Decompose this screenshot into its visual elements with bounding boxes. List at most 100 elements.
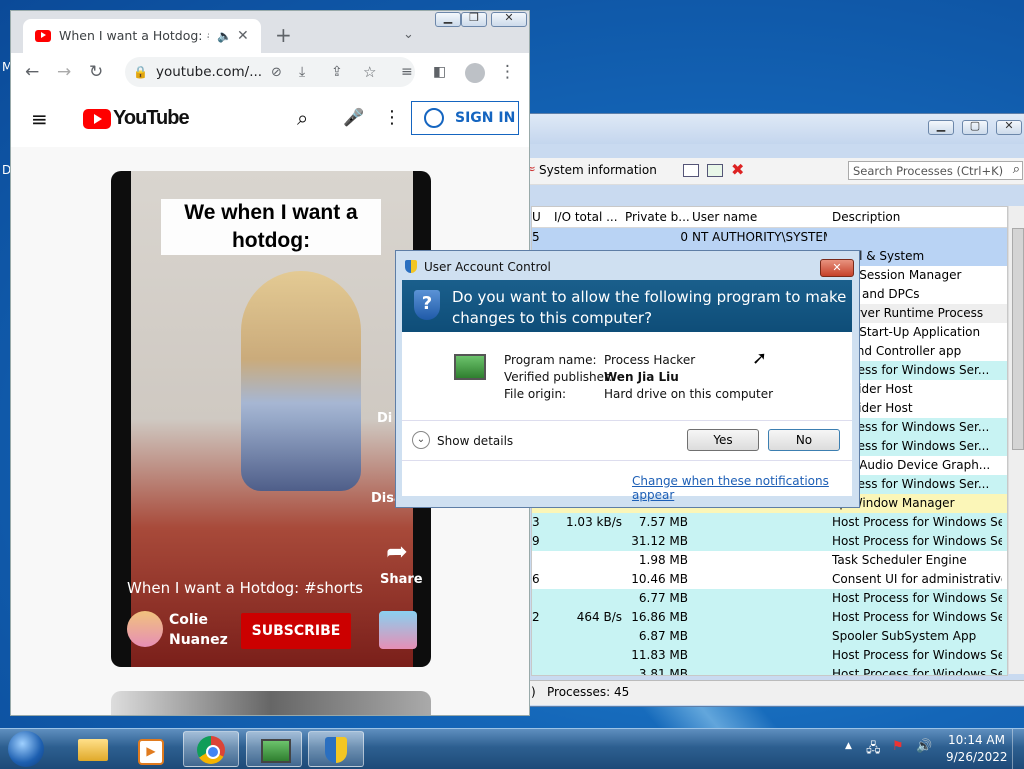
tab-strip: ▁ ❐ ✕ When I want a Hotdog: #sho 🔈 ✕ + ⌄ <box>11 11 529 53</box>
hamburger-menu-icon[interactable]: ≡ <box>31 109 48 129</box>
no-button[interactable]: No <box>768 429 840 451</box>
cell-desc: Host Process for Windows Ser... <box>832 515 1002 529</box>
yes-button[interactable]: Yes <box>687 429 759 451</box>
sound-avatar[interactable] <box>379 611 417 649</box>
install-icon[interactable]: ⤓ <box>299 62 305 82</box>
clock-date[interactable]: 9/26/2022 <box>946 750 1008 764</box>
cell-desc: Spooler SubSystem App <box>832 629 977 643</box>
channel-name-line1[interactable]: Colie <box>169 612 208 628</box>
table-row[interactable]: 9 31.12 MB Host Process for Windows Ser... <box>532 532 1007 551</box>
share-arrow-icon[interactable]: ➦ <box>386 537 408 567</box>
ph-titlebar[interactable]: ▁ ▢ ✕ <box>521 114 1024 144</box>
tab-youtube[interactable]: When I want a Hotdog: #sho 🔈 ✕ <box>23 19 261 53</box>
cell-desc: Host Process for Windows Ser... <box>832 667 1002 676</box>
uac-dialog: User Account Control ✕ ? Do you want to … <box>395 250 860 508</box>
clock-time[interactable]: 10:14 AM <box>948 733 1005 747</box>
table-row[interactable]: 6.77 MB Host Process for Windows Ser... <box>532 589 1007 608</box>
tab-close-icon[interactable]: ✕ <box>237 26 249 46</box>
change-notifications-link[interactable]: Change when these notifications appear <box>632 474 852 502</box>
cell-io: 464 B/s <box>576 610 622 624</box>
channel-name-line2[interactable]: Nuanez <box>169 632 228 648</box>
chrome-menu-icon[interactable]: ⋮ <box>499 62 516 82</box>
side-label-share[interactable]: Share <box>380 572 423 587</box>
table-row[interactable]: 6.87 MB Spooler SubSystem App <box>532 627 1007 646</box>
bookmark-star-icon[interactable]: ☆ <box>363 62 376 82</box>
search-processes-input[interactable]: Search Processes (Ctrl+K) ⌕ <box>848 161 1023 180</box>
window-go-icon[interactable] <box>707 164 723 177</box>
side-label-dislike[interactable]: Di <box>377 411 392 426</box>
subscribe-button[interactable]: SUBSCRIBE <box>241 613 351 649</box>
close-red-x-icon[interactable]: ✖ <box>731 160 744 179</box>
minimize-button[interactable]: ▁ <box>435 11 461 27</box>
share-icon[interactable]: ⇪ <box>331 62 343 82</box>
cell-desc: Host Process for Windows Ser... <box>832 534 1002 548</box>
action-center-flag-icon[interactable]: ⚑ <box>892 739 904 754</box>
search-icon[interactable]: ⌕ <box>1013 162 1020 177</box>
taskbar-media-player[interactable]: ▶ <box>122 731 178 767</box>
show-hidden-icons-icon[interactable]: ▲ <box>845 741 852 751</box>
system-information-button[interactable]: System information <box>539 163 657 177</box>
close-button[interactable]: ✕ <box>996 119 1022 135</box>
youtube-logo-text[interactable]: YouTube <box>113 107 190 130</box>
blocked-popup-icon[interactable]: ⊘ <box>271 63 282 83</box>
col-io-total[interactable]: I/O total ... <box>554 210 618 224</box>
omnibox[interactable]: 🔒 youtube.com/... ⊘ ⤓ ⇪ ☆ <box>125 57 415 87</box>
col-cpu[interactable]: U <box>532 210 541 224</box>
taskbar-explorer[interactable] <box>64 731 120 767</box>
volume-icon[interactable]: 🔊 <box>916 739 932 754</box>
more-options-icon[interactable]: ⋮ <box>383 108 401 128</box>
show-details-chevron-icon[interactable]: ⌄ <box>412 431 430 449</box>
shorts-video-player[interactable]: We when I want a hotdog: Di Disa ➦ Share… <box>111 171 431 667</box>
side-panel-icon[interactable]: ◧ <box>433 62 446 82</box>
reload-icon[interactable]: ↻ <box>89 62 103 82</box>
minimize-button[interactable]: ▁ <box>928 119 954 135</box>
col-description[interactable]: Description <box>832 210 900 224</box>
speaker-icon[interactable]: 🔈 <box>217 26 232 46</box>
cell-cpu: 5 <box>532 230 540 244</box>
table-scrollbar[interactable] <box>1008 206 1024 674</box>
table-row[interactable]: 3 1.03 kB/s 7.57 MB Host Process for Window… <box>532 513 1007 532</box>
uac-banner: ? Do you want to allow the following pro… <box>402 280 852 332</box>
show-desktop-button[interactable] <box>1012 729 1024 769</box>
microphone-icon[interactable]: 🎤 <box>343 108 364 128</box>
sign-in-label: SIGN IN <box>455 110 516 126</box>
process-hacker-icon <box>261 739 291 763</box>
col-user-name[interactable]: User name <box>692 210 757 224</box>
search-icon[interactable]: ⌕ <box>297 108 308 128</box>
table-row[interactable]: 2 464 B/s 16.86 MB Host Process for Windows… <box>532 608 1007 627</box>
cell-io: 1.03 kB/s <box>565 515 622 529</box>
taskbar-process-hacker[interactable] <box>246 731 302 767</box>
sign-in-button[interactable]: SIGN IN <box>411 101 519 135</box>
close-button[interactable]: ✕ <box>491 11 527 27</box>
table-row[interactable]: 11.83 MB Host Process for Windows Ser... <box>532 646 1007 665</box>
tab-search-chevron-icon[interactable]: ⌄ <box>403 25 414 45</box>
show-details-label[interactable]: Show details <box>437 434 513 448</box>
uac-close-button[interactable]: ✕ <box>820 259 854 277</box>
restore-button[interactable]: ❐ <box>461 11 487 27</box>
maximize-button[interactable]: ▢ <box>962 119 988 135</box>
table-row[interactable]: 6 10.46 MB Consent UI for administrative .… <box>532 570 1007 589</box>
table-row[interactable]: 5 0 NT AUTHORITY\SYSTEM <box>532 228 1007 247</box>
status-processes: Processes: 45 <box>547 685 630 699</box>
taskbar-chrome[interactable] <box>183 731 239 767</box>
window-icon[interactable] <box>683 164 699 177</box>
table-row[interactable]: 3.81 MB Host Process for Windows Ser... <box>532 665 1007 676</box>
uac-title: User Account Control <box>424 260 551 274</box>
new-tab-icon[interactable]: + <box>275 25 292 45</box>
channel-avatar[interactable] <box>127 611 163 647</box>
publisher-label: Verified publisher: <box>504 370 613 384</box>
media-control-icon[interactable]: ≡ <box>401 62 413 82</box>
start-button[interactable] <box>8 731 44 767</box>
back-icon[interactable]: ← <box>25 62 39 82</box>
forward-icon[interactable]: → <box>57 62 71 82</box>
search-placeholder: Search Processes (Ctrl+K) <box>853 164 1004 178</box>
uac-shield-icon <box>325 737 347 763</box>
program-name-value: Process Hacker <box>604 353 696 367</box>
col-private-bytes[interactable]: Private b... <box>625 210 690 224</box>
taskbar-uac-shield[interactable] <box>308 731 364 767</box>
video-title[interactable]: When I want a Hotdog: #shorts <box>127 579 363 597</box>
next-video-thumbnail[interactable] <box>111 691 431 715</box>
table-row[interactable]: 1.98 MB Task Scheduler Engine <box>532 551 1007 570</box>
network-icon[interactable]: 🖧 <box>866 739 881 761</box>
profile-avatar[interactable] <box>465 63 485 83</box>
